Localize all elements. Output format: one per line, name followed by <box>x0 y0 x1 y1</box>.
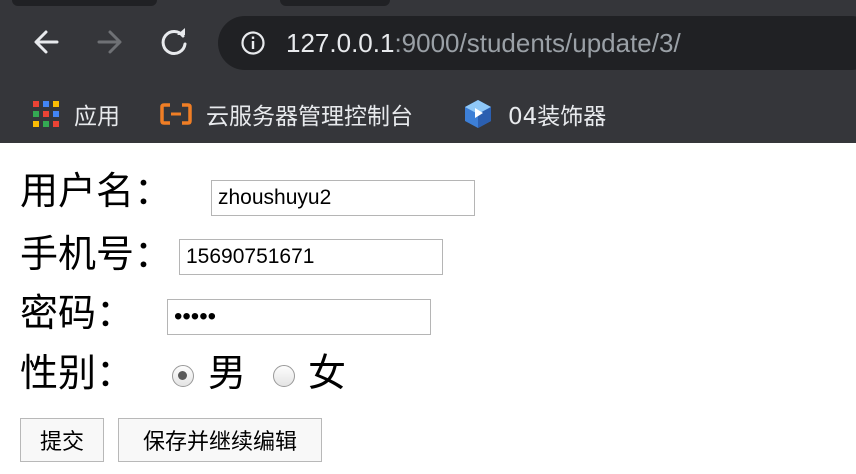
url-path: :9000/students/update/3/ <box>394 28 681 58</box>
bookmark-label: 云服务器管理控制台 <box>206 103 413 130</box>
arrow-right-icon <box>97 30 122 54</box>
address-bar[interactable]: 127.0.0.1:9000/students/update/3/ <box>218 16 856 70</box>
bookmark-cube-icon <box>462 98 494 130</box>
tab-strip-edge <box>12 0 157 6</box>
gender-female-label[interactable]: 女 <box>308 351 346 395</box>
url-text: 127.0.0.1:9000/students/update/3/ <box>286 27 681 59</box>
phone-label: 手机号： <box>20 232 173 276</box>
gender-male-label[interactable]: 男 <box>208 351 246 395</box>
password-label: 密码： <box>20 291 135 335</box>
bookmark-label: 应用 <box>74 103 120 130</box>
apps-grid-icon <box>32 100 60 128</box>
bookmark-decorators[interactable]: 04装饰器 <box>462 84 606 143</box>
gender-female-radio[interactable] <box>273 365 295 387</box>
bookmark-label: 04装饰器 <box>508 103 607 130</box>
save-and-continue-button[interactable]: 保存并继续编辑 <box>118 418 322 462</box>
username-input[interactable] <box>211 180 475 216</box>
submit-button[interactable]: 提交 <box>20 418 104 462</box>
bookmark-aliyun-console[interactable]: 云服务器管理控制台 <box>160 84 413 143</box>
arrow-left-icon <box>34 30 59 54</box>
password-input[interactable] <box>167 299 431 335</box>
gender-male-radio[interactable] <box>172 365 194 387</box>
info-icon[interactable] <box>240 30 266 56</box>
bookmarks-bar: 应用 云服务器管理控制台 04装饰器 <box>0 84 856 143</box>
back-button[interactable] <box>28 24 64 60</box>
url-host: 127.0.0.1 <box>286 28 395 58</box>
reload-button[interactable] <box>156 24 192 60</box>
forward-button[interactable] <box>92 24 128 60</box>
page-content: 用户名： 手机号： 密码： 性别： 男 女 提交 保存并继续编辑 <box>0 143 856 474</box>
aliyun-icon <box>160 102 192 126</box>
browser-toolbar: 127.0.0.1:9000/students/update/3/ <box>0 0 856 84</box>
bookmark-apps[interactable]: 应用 <box>32 84 120 143</box>
phone-input[interactable] <box>179 239 443 275</box>
reload-icon <box>161 28 187 55</box>
username-label: 用户名： <box>20 169 173 213</box>
tab-strip-edge <box>280 0 390 6</box>
gender-label: 性别： <box>20 351 135 395</box>
